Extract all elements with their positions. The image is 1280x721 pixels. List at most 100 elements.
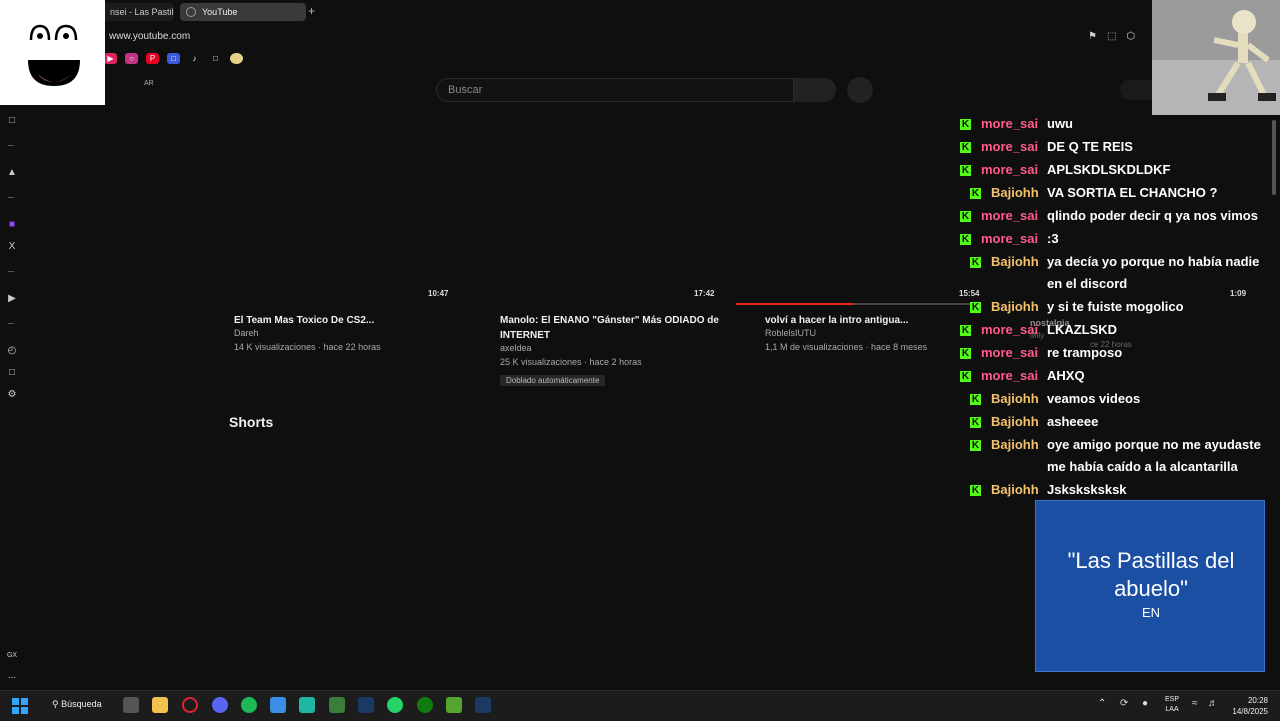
kick-badge-icon: K: [960, 211, 971, 222]
opera-gx-icon[interactable]: [182, 697, 198, 713]
tab-youtube-label: YouTube: [202, 7, 238, 17]
screenshot-icon[interactable]: ⬚: [1107, 31, 1116, 42]
kick-badge-icon: K: [960, 371, 971, 382]
bookmark-youtube-icon[interactable]: ▶: [104, 53, 117, 64]
chat-message: DE Q TE REIS: [1047, 139, 1133, 154]
video-channel[interactable]: axeldea: [500, 343, 720, 353]
steam-icon[interactable]: [358, 697, 374, 713]
bookmark-tiktok-icon[interactable]: ♪: [188, 53, 201, 64]
watch-progress-fill: [736, 303, 854, 305]
search-input[interactable]: Buscar: [436, 78, 794, 102]
spotify-icon[interactable]: [241, 697, 257, 713]
chat-message: uwu: [1047, 116, 1073, 131]
bookmark-misc-icon[interactable]: [230, 53, 243, 64]
video-title[interactable]: El Team Mas Toxico De CS2...: [234, 313, 474, 328]
chat-message: LKAZLSKD: [1047, 322, 1118, 337]
xbox-icon[interactable]: [417, 697, 433, 713]
steam-icon[interactable]: [475, 697, 491, 713]
aria-icon[interactable]: ▲: [6, 167, 18, 179]
bookmark-instagram-icon[interactable]: ○: [125, 53, 138, 64]
chat-message: asheeee: [1047, 414, 1099, 429]
app-icon[interactable]: [270, 697, 286, 713]
volume-icon[interactable]: ♬: [1208, 698, 1218, 709]
shield-icon[interactable]: ⬡: [1126, 31, 1135, 42]
chat-username[interactable]: Bajiohh: [991, 185, 1039, 200]
address-bar[interactable]: www.youtube.com: [109, 31, 190, 42]
kick-badge-icon: K: [970, 302, 981, 313]
history-icon[interactable]: ◴: [6, 345, 18, 357]
scrollbar[interactable]: [1272, 120, 1276, 195]
taskbar-search[interactable]: ⚲ Búsqueda: [52, 699, 102, 710]
chat-username[interactable]: more_sai: [981, 162, 1038, 177]
chat-message: veamos videos: [1047, 391, 1141, 406]
info-box-title: "Las Pastillas del abuelo": [1067, 548, 1235, 601]
chat-message: :3: [1047, 231, 1059, 246]
chat-username[interactable]: Bajiohh: [991, 414, 1039, 429]
clock[interactable]: 20:28 14/8/2025: [1232, 695, 1268, 717]
video-channel[interactable]: Dareh: [234, 328, 474, 338]
video-title[interactable]: volví a hacer la intro antigua...: [765, 313, 955, 328]
chat-username[interactable]: Bajiohh: [991, 437, 1039, 452]
wifi-icon[interactable]: ≈: [1192, 698, 1198, 709]
kick-badge-icon: K: [970, 257, 981, 268]
chat-username[interactable]: more_sai: [981, 139, 1038, 154]
divider: [8, 323, 14, 324]
more-icon[interactable]: ...: [6, 670, 18, 682]
game-icon[interactable]: [446, 697, 462, 713]
chat-username[interactable]: more_sai: [981, 345, 1038, 360]
browser-sidebar: □ ▲ ■ X ▶ ◴ □ ⚙ GX ...: [0, 105, 24, 690]
mic-icon[interactable]: ●: [1142, 698, 1148, 709]
lang-primary: ESP: [1165, 696, 1180, 703]
video-card[interactable]: volví a hacer la intro antigua... Roblel…: [765, 313, 955, 352]
bookmark-document-icon[interactable]: □: [209, 53, 222, 64]
kick-badge-icon: K: [970, 188, 981, 199]
twitch-icon[interactable]: ■: [6, 219, 18, 231]
sync-icon[interactable]: ⟳: [1120, 698, 1128, 709]
app-icon[interactable]: [299, 697, 315, 713]
file-explorer-icon[interactable]: [152, 697, 168, 713]
chat-username[interactable]: Bajiohh: [991, 482, 1039, 497]
kick-badge-icon: K: [960, 119, 971, 130]
settings-icon[interactable]: ⚙: [6, 389, 18, 401]
chat-username[interactable]: Bajiohh: [991, 391, 1039, 406]
chat-username[interactable]: more_sai: [981, 116, 1038, 131]
kick-badge-icon: K: [970, 417, 981, 428]
search-button[interactable]: [794, 78, 836, 102]
tab-las-pastillas[interactable]: nsei - Las Pastill: [104, 3, 174, 21]
new-tab-button[interactable]: +: [308, 4, 315, 18]
language-indicator[interactable]: ESP LAA: [1165, 695, 1179, 715]
voice-search-button[interactable]: [847, 77, 873, 103]
messenger-icon[interactable]: □: [6, 115, 18, 127]
kick-badge-icon: K: [970, 440, 981, 451]
tray-chevron-icon[interactable]: ⌃: [1098, 698, 1106, 709]
whatsapp-icon[interactable]: [387, 697, 403, 713]
video-title[interactable]: Manolo: El ENANO "Gánster" Más ODIADO de…: [500, 313, 720, 343]
bookmark-pinterest-icon[interactable]: P: [146, 53, 159, 64]
chat-username[interactable]: more_sai: [981, 368, 1038, 383]
task-view-icon[interactable]: [123, 697, 139, 713]
player-icon[interactable]: ▶: [6, 293, 18, 305]
x-icon[interactable]: X: [6, 241, 18, 253]
chat-username[interactable]: more_sai: [981, 231, 1038, 246]
chat-message-continued: en el discord: [1047, 276, 1128, 291]
chat-username[interactable]: more_sai: [981, 208, 1038, 223]
chat-username[interactable]: more_sai: [981, 322, 1038, 337]
discord-icon[interactable]: [212, 697, 228, 713]
toolbar-icons: ⚑ ⬚ ⬡: [1088, 31, 1135, 42]
pin-icon[interactable]: ⚑: [1088, 31, 1097, 42]
chat-username[interactable]: Bajiohh: [991, 299, 1039, 314]
chat-message: y si te fuiste mogolico: [1047, 299, 1184, 314]
chat-message: VA SORTIA EL CHANCHO ?: [1047, 185, 1218, 200]
bookmark-app-icon[interactable]: □: [167, 53, 180, 64]
gx-label[interactable]: GX: [6, 650, 18, 662]
chat-username[interactable]: Bajiohh: [991, 254, 1039, 269]
video-card[interactable]: El Team Mas Toxico De CS2... Dareh 14 K …: [234, 313, 474, 352]
windows-start-icon[interactable]: [12, 698, 28, 714]
minecraft-icon[interactable]: [329, 697, 345, 713]
tab-youtube[interactable]: YouTube: [180, 3, 306, 21]
shorts-heading: Shorts: [229, 414, 274, 430]
video-duration: 10:47: [428, 289, 449, 298]
video-channel[interactable]: RoblelsIUTU: [765, 328, 955, 338]
extensions-icon[interactable]: □: [6, 367, 18, 379]
video-card[interactable]: Manolo: El ENANO "Gánster" Más ODIADO de…: [500, 313, 720, 388]
